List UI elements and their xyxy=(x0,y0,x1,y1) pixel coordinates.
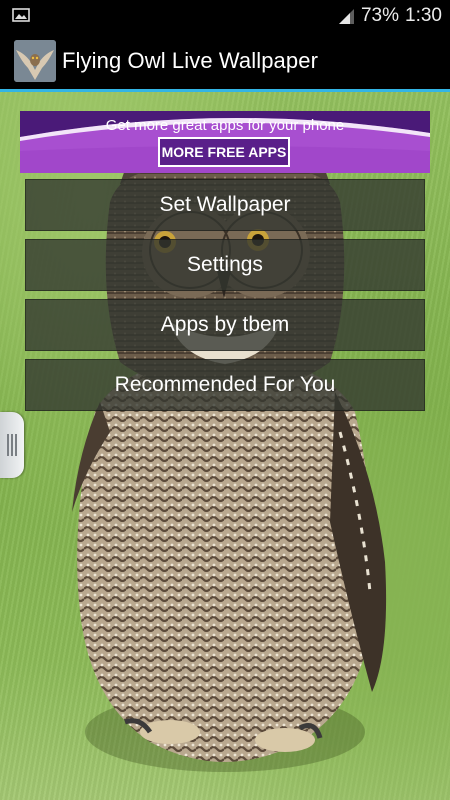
action-bar: Flying Owl Live Wallpaper xyxy=(0,32,450,89)
apps-by-tbem-button[interactable]: Apps by tbem xyxy=(25,299,425,351)
status-bar: 73% 1:30 xyxy=(0,0,450,32)
ad-banner[interactable]: Get more great apps for your phone MORE … xyxy=(20,111,430,173)
owl-app-icon[interactable] xyxy=(14,39,56,82)
app-title: Flying Owl Live Wallpaper xyxy=(62,47,318,73)
grip-lines-icon xyxy=(7,434,17,456)
settings-button[interactable]: Settings xyxy=(25,239,425,291)
image-notification-icon xyxy=(12,8,30,22)
signal-icon xyxy=(338,9,354,24)
set-wallpaper-button[interactable]: Set Wallpaper xyxy=(25,179,425,231)
battery-percent: 73% xyxy=(360,5,400,26)
more-free-apps-button[interactable]: MORE FREE APPS xyxy=(158,137,290,167)
clock: 1:30 xyxy=(405,5,442,26)
recommended-for-you-button[interactable]: Recommended For You xyxy=(25,359,425,411)
drawer-handle[interactable] xyxy=(0,412,24,478)
ad-tagline: Get more great apps for your phone xyxy=(105,117,345,134)
status-indicators: 73% 1:30 xyxy=(337,0,442,32)
